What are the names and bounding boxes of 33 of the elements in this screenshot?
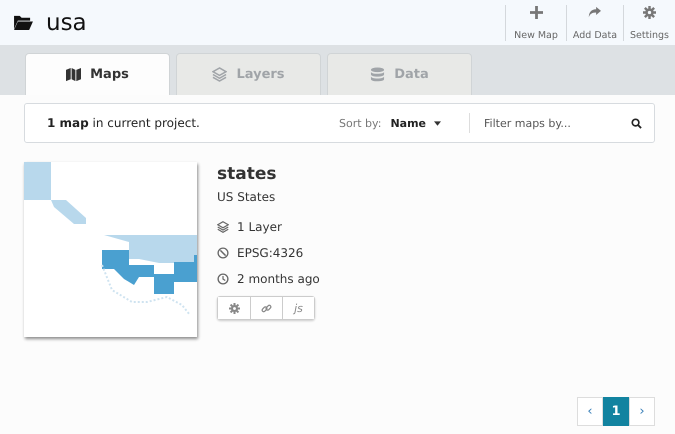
- map-icon: [66, 67, 82, 82]
- layers-icon: [217, 221, 229, 233]
- filter-field[interactable]: Filter maps by...: [482, 116, 631, 130]
- settings-icon: [643, 6, 656, 18]
- sort-dropdown[interactable]: Name: [390, 116, 441, 130]
- header-action-button[interactable]: New Map: [505, 4, 566, 40]
- layers-icon: [212, 67, 228, 82]
- updated-time: 2 months ago: [237, 272, 320, 286]
- header-action-button[interactable]: Add Data: [566, 4, 624, 40]
- clock-icon: [217, 273, 229, 285]
- page-button[interactable]: 1: [603, 397, 629, 426]
- map-description: US States: [217, 190, 276, 204]
- plus-icon: [530, 6, 543, 18]
- project-title: usa: [46, 10, 87, 36]
- settings-button[interactable]: [218, 297, 250, 319]
- next-page-button[interactable]: ›: [629, 397, 655, 426]
- link-button[interactable]: [250, 297, 282, 319]
- database-icon: [370, 67, 386, 82]
- layer-count: 1 Layer: [237, 220, 282, 234]
- js-button[interactable]: js: [282, 297, 314, 319]
- caret-icon: [434, 120, 441, 126]
- folder-icon: [13, 14, 34, 31]
- search-icon: [631, 118, 642, 128]
- previous-page-button[interactable]: ‹: [577, 397, 603, 426]
- settings-icon: [228, 302, 240, 314]
- projection-text: EPSG:4326: [237, 246, 304, 260]
- tab[interactable]: Maps: [25, 53, 170, 95]
- link-icon: [261, 302, 272, 314]
- map-name[interactable]: states: [217, 164, 276, 184]
- share-arrow-icon: [588, 6, 602, 18]
- sort-label: Sort by:: [338, 116, 382, 130]
- header-action-button[interactable]: Settings: [623, 4, 675, 40]
- map-count-text: 1 map in current project.: [47, 116, 201, 130]
